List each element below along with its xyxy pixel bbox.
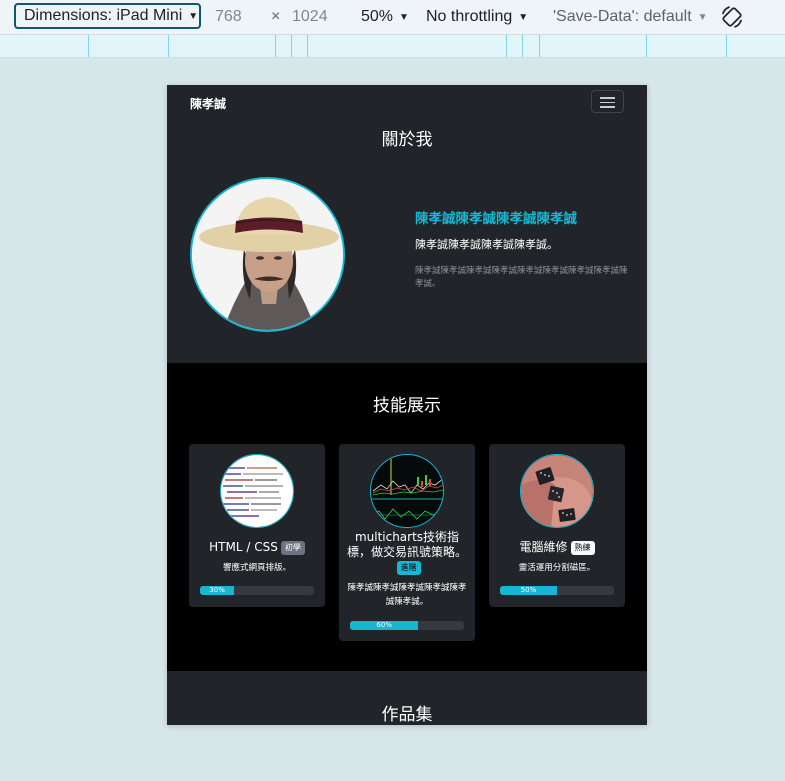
skill-image-html-css <box>220 454 294 528</box>
skill-desc-computer-repair: 靈活運用分割磁區。 <box>518 563 596 573</box>
skill-desc-html-css: 響應式網頁排版。 <box>222 563 291 573</box>
skill-progress-bar: 30% <box>200 586 235 595</box>
device-dimensions-label: Dimensions: iPad Mini <box>24 7 183 24</box>
skills-section: 技能展示 HTML / CSS 初學 響應式網頁排版。 30% multicha… <box>167 363 647 671</box>
chevron-down-icon: ▼ <box>399 12 409 23</box>
hamburger-icon[interactable] <box>591 90 624 113</box>
skill-progress-html-css: 30% <box>200 586 314 595</box>
chevron-down-icon: ▼ <box>697 12 708 23</box>
about-lead: 陳孝誠陳孝誠陳孝誠陳孝誠。 <box>415 238 558 251</box>
skill-card-html-css: HTML / CSS 初學 響應式網頁排版。 30% <box>189 444 325 607</box>
skill-level-badge: 進階 <box>396 561 421 575</box>
save-data-label: 'Save-Data': default <box>553 8 692 25</box>
width-input[interactable]: 768 <box>215 0 242 34</box>
skill-image-multicharts <box>370 454 444 528</box>
skill-title-text: multicharts技術指標，做交易訊號策略。 <box>346 530 467 559</box>
skill-desc-multicharts: 陳孝誠陳孝誠陳孝誠陳孝誠陳孝誠陳孝誠。 <box>347 583 467 607</box>
profile-avatar <box>190 177 345 332</box>
device-toolbar: Dimensions: iPad Mini ▼ 768 × 1024 50% ▼ N… <box>0 0 785 35</box>
skill-progress-multicharts: 60% <box>350 621 464 630</box>
save-data-select[interactable]: 'Save-Data': default ▼ <box>553 0 708 34</box>
rotate-icon[interactable] <box>720 4 744 30</box>
chevron-down-icon: ▼ <box>188 11 199 22</box>
skill-progress-computer-repair: 50% <box>500 586 614 595</box>
skill-card-multicharts: multicharts技術指標，做交易訊號策略。進階 陳孝誠陳孝誠陳孝誠陳孝誠陳… <box>339 444 475 641</box>
throttling-select[interactable]: No throttling ▼ <box>426 0 528 34</box>
chevron-down-icon: ▼ <box>518 12 529 23</box>
portfolio-section-title: 作品集 <box>381 705 433 725</box>
height-input[interactable]: 1024 <box>292 0 328 34</box>
throttling-label: No throttling <box>426 8 513 25</box>
zoom-select[interactable]: 50% ▼ <box>361 0 409 34</box>
media-query-bar[interactable] <box>0 35 785 58</box>
skill-level-badge: 熟練 <box>570 541 595 555</box>
navbar-brand[interactable]: 陳孝誠 <box>190 95 226 112</box>
device-viewport: 陳孝誠 關於我 陳孝誠陳孝誠陳孝誠陳孝誠 陳孝誠陳孝誠陳孝誠陳孝誠。 陳孝誠陳孝… <box>167 85 647 725</box>
about-section-title: 關於我 <box>381 130 433 150</box>
skill-title-text: 電腦維修 <box>519 540 568 554</box>
skill-title-computer-repair: 電腦維修 熟練 <box>495 540 619 555</box>
times-sign: × <box>271 8 281 25</box>
about-body: 陳孝誠陳孝誠陳孝誠陳孝誠陳孝誠陳孝誠陳孝誠陳孝誠陳孝誠。 <box>415 266 628 289</box>
about-heading: 陳孝誠陳孝誠陳孝誠陳孝誠 <box>415 211 577 227</box>
navbar: 陳孝誠 <box>167 85 647 123</box>
skill-progress-bar: 60% <box>350 621 419 630</box>
device-dimensions-select[interactable]: Dimensions: iPad Mini ▼ <box>14 3 201 29</box>
skill-title-text: HTML / CSS <box>209 540 278 554</box>
zoom-label: 50% <box>361 8 394 25</box>
skill-progress-bar: 50% <box>500 586 557 595</box>
skill-title-multicharts: multicharts技術指標，做交易訊號策略。進階 <box>345 530 469 575</box>
skill-image-computer-repair <box>520 454 594 528</box>
skills-section-title: 技能展示 <box>373 396 441 416</box>
skill-card-computer-repair: 電腦維修 熟練 靈活運用分割磁區。 50% <box>489 444 625 607</box>
skill-title-html-css: HTML / CSS 初學 <box>195 540 319 555</box>
skill-level-badge: 初學 <box>280 541 305 555</box>
